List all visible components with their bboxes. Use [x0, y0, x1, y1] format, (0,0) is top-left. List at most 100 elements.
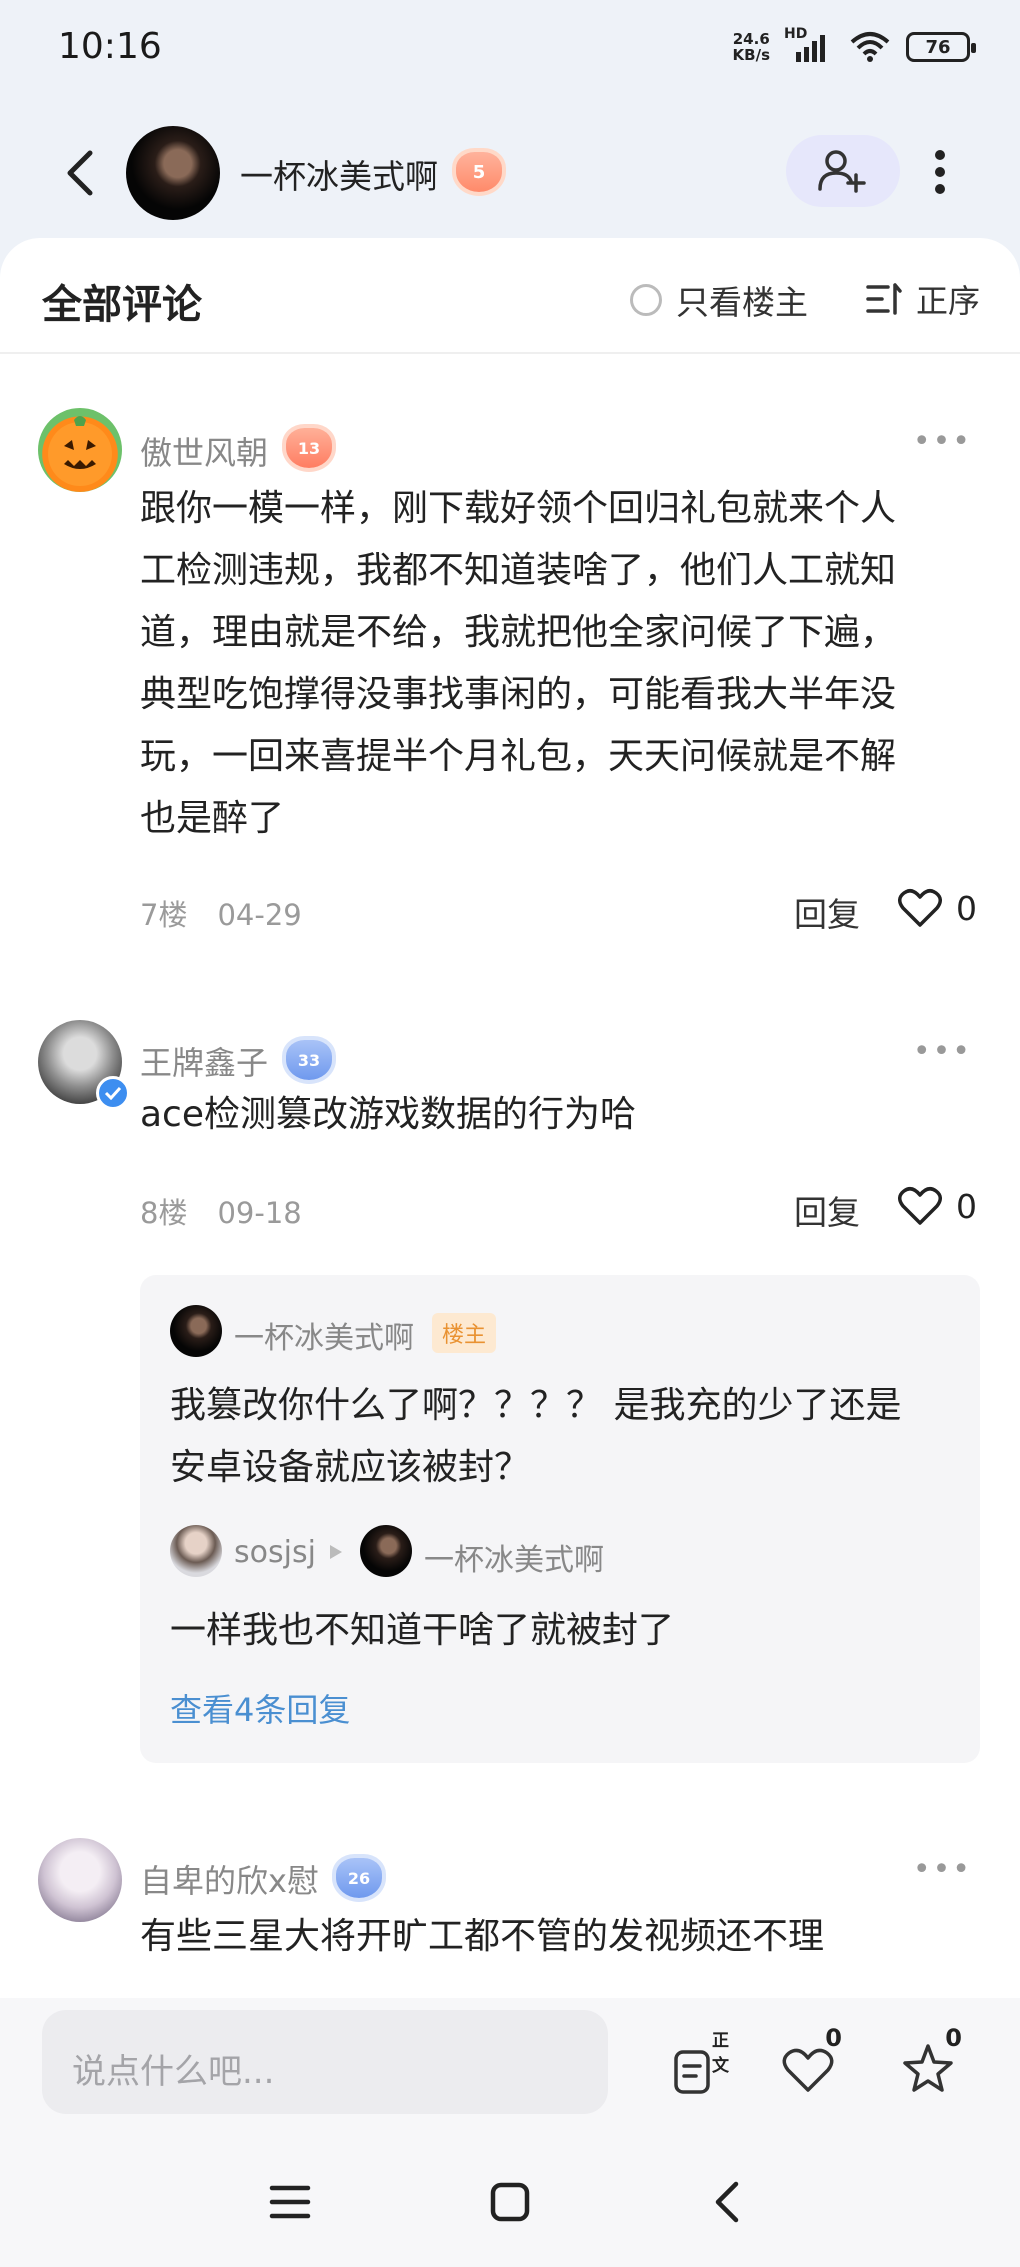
- netspeed-unit: KB/s: [732, 46, 770, 64]
- reply-button[interactable]: 回复: [794, 888, 860, 936]
- like-count: 0: [956, 888, 977, 928]
- add-user-icon: [818, 150, 866, 193]
- doc-label: 正文: [712, 2031, 729, 2076]
- sub-reply-text: 一样我也不知道干啥了就被封了: [170, 1610, 675, 1651]
- post-header: 一杯冰美式啊 5: [0, 118, 1020, 228]
- all-comments-title: 全部评论: [42, 282, 202, 328]
- comment-more-button[interactable]: •••: [913, 424, 972, 459]
- floor-number: 7楼: [140, 898, 188, 932]
- level-value: 13: [297, 438, 321, 458]
- netspeed-value: 24.6: [732, 30, 770, 48]
- sub-reply-target-avatar[interactable]: [360, 1525, 412, 1577]
- home-square-icon: [490, 2182, 530, 2222]
- reply-author-name[interactable]: 一杯冰美式啊: [234, 1313, 414, 1357]
- author-name[interactable]: 一杯冰美式啊: [240, 150, 438, 198]
- like-count: 0: [956, 1186, 977, 1226]
- wifi-icon: [850, 32, 890, 62]
- author-level: 5: [472, 161, 486, 183]
- nav-back-button[interactable]: [706, 2180, 750, 2228]
- like-post-button[interactable]: 0: [768, 2024, 848, 2108]
- menu-icon: [269, 2185, 311, 2219]
- comment-meta: 8楼 09-18: [140, 1190, 302, 1232]
- reply-avatar[interactable]: [170, 1305, 222, 1357]
- comment-more-button[interactable]: •••: [913, 1034, 972, 1069]
- comment-text: 有些三星大将开旷工都不管的发视频还不理: [140, 1906, 970, 1968]
- view-more-replies-link[interactable]: 查看4条回复: [170, 1685, 350, 1731]
- comment-date: 09-18: [217, 1196, 302, 1230]
- status-icons: 24.6 KB/s HD 76: [733, 26, 976, 64]
- battery-level: 76: [925, 36, 951, 58]
- arrow-right-icon: [330, 1545, 342, 1559]
- radio-icon: [630, 284, 662, 316]
- commenter-name[interactable]: 自卑的欣x慰: [140, 1856, 319, 1902]
- status-bar: 10:16 24.6 KB/s HD 76: [0, 0, 1020, 100]
- reply-line: 我篡改你什么了啊？？？？ 是我充的少了还是: [170, 1385, 902, 1426]
- commenter-avatar[interactable]: [38, 1020, 130, 1110]
- commenter-avatar[interactable]: [38, 408, 122, 492]
- status-time: 10:16: [58, 26, 162, 67]
- floor-number: 8楼: [140, 1196, 188, 1230]
- comment-date: 04-29: [217, 898, 302, 932]
- reply-line: 安卓设备就应该被封？: [170, 1447, 531, 1488]
- comment-text: 跟你一模一样，刚下载好领个回归礼包就来个人 工检测违规，我都不知道装啥了，他们人…: [140, 478, 970, 850]
- doc-button[interactable]: 正文: [654, 2028, 734, 2108]
- chevron-left-icon: [67, 150, 93, 196]
- replies-box: 一杯冰美式啊 楼主 我篡改你什么了啊？？？？ 是我充的少了还是 安卓设备就应该被…: [140, 1275, 980, 1763]
- signal-icon: HD: [784, 26, 834, 64]
- only-op-label: 只看楼主: [676, 283, 808, 322]
- comment-line: 道，理由就是不给，我就把他全家问候了下遍，: [140, 612, 897, 653]
- pumpkin-icon: [48, 416, 112, 486]
- comments-toolbar: 全部评论 只看楼主 正序: [0, 238, 1020, 354]
- sub-reply-to[interactable]: 一杯冰美式啊: [424, 1535, 604, 1579]
- more-options-button[interactable]: [918, 142, 962, 202]
- verified-icon: [96, 1076, 130, 1110]
- like-button[interactable]: 0: [898, 888, 977, 928]
- comment-line: 跟你一模一样，刚下载好领个回归礼包就来个人: [140, 488, 897, 529]
- comment-line: ace检测篡改游戏数据的行为哈: [140, 1094, 637, 1135]
- reply-text: 我篡改你什么了啊？？？？ 是我充的少了还是 安卓设备就应该被封？: [170, 1375, 950, 1499]
- like-button[interactable]: 0: [898, 1186, 977, 1226]
- level-value: 33: [297, 1050, 321, 1070]
- favorite-count: 0: [945, 2024, 962, 2052]
- nav-menu-button[interactable]: [268, 2180, 312, 2228]
- author-level-badge: 5: [456, 152, 502, 192]
- heart-icon: [898, 1187, 942, 1225]
- system-navigation-bar: [0, 2170, 1020, 2250]
- sort-toggle[interactable]: 正序: [866, 276, 980, 322]
- reply-button[interactable]: 回复: [794, 1186, 860, 1234]
- sub-reply-avatar[interactable]: [170, 1525, 222, 1577]
- back-icon: [715, 2181, 739, 2223]
- level-badge: 26: [336, 1858, 382, 1898]
- level-badge: 13: [286, 428, 332, 468]
- nav-home-button[interactable]: [488, 2180, 532, 2228]
- back-button[interactable]: [52, 143, 112, 203]
- bottom-bar: 说点什么吧... 正文 0 0: [0, 1998, 1020, 2267]
- comments-panel: 全部评论 只看楼主 正序 傲世风朝 13 ••• 跟你一模一样，刚下载好领个回归…: [0, 238, 1020, 1998]
- op-tag: 楼主: [432, 1313, 497, 1353]
- heart-icon: [898, 889, 942, 927]
- comment-more-button[interactable]: •••: [913, 1852, 972, 1887]
- comment-line: 也是醉了: [140, 798, 285, 839]
- network-speed: 24.6 KB/s: [733, 31, 770, 63]
- comment-text: ace检测篡改游戏数据的行为哈: [140, 1084, 970, 1146]
- commenter-avatar[interactable]: [38, 1838, 122, 1922]
- favorite-button[interactable]: 0: [888, 2024, 968, 2108]
- only-op-toggle[interactable]: 只看楼主: [630, 276, 808, 324]
- sort-label: 正序: [916, 282, 981, 320]
- level-badge: 33: [286, 1040, 332, 1080]
- battery-icon: 76: [906, 32, 976, 62]
- author-avatar[interactable]: [126, 126, 220, 220]
- commenter-name[interactable]: 王牌鑫子: [140, 1038, 268, 1084]
- comment-line: 典型吃饱撑得没事找事闲的，可能看我大半年没: [140, 674, 897, 715]
- level-value: 26: [347, 1868, 371, 1888]
- comment-line: 有些三星大将开旷工都不管的发视频还不理: [140, 1916, 825, 1957]
- comment-line: 玩，一回来喜提半个月礼包，天天问候就是不解: [140, 736, 897, 777]
- comment-input[interactable]: 说点什么吧...: [42, 2010, 608, 2114]
- sub-reply-from[interactable]: sosjsj: [234, 1535, 316, 1570]
- comment-line: 工检测违规，我都不知道装啥了，他们人工就知: [140, 550, 897, 591]
- comment-meta: 7楼 04-29: [140, 892, 302, 934]
- more-vertical-icon: [935, 150, 945, 194]
- follow-button[interactable]: [786, 135, 900, 207]
- sort-icon: [866, 283, 902, 315]
- commenter-name[interactable]: 傲世风朝: [140, 428, 268, 474]
